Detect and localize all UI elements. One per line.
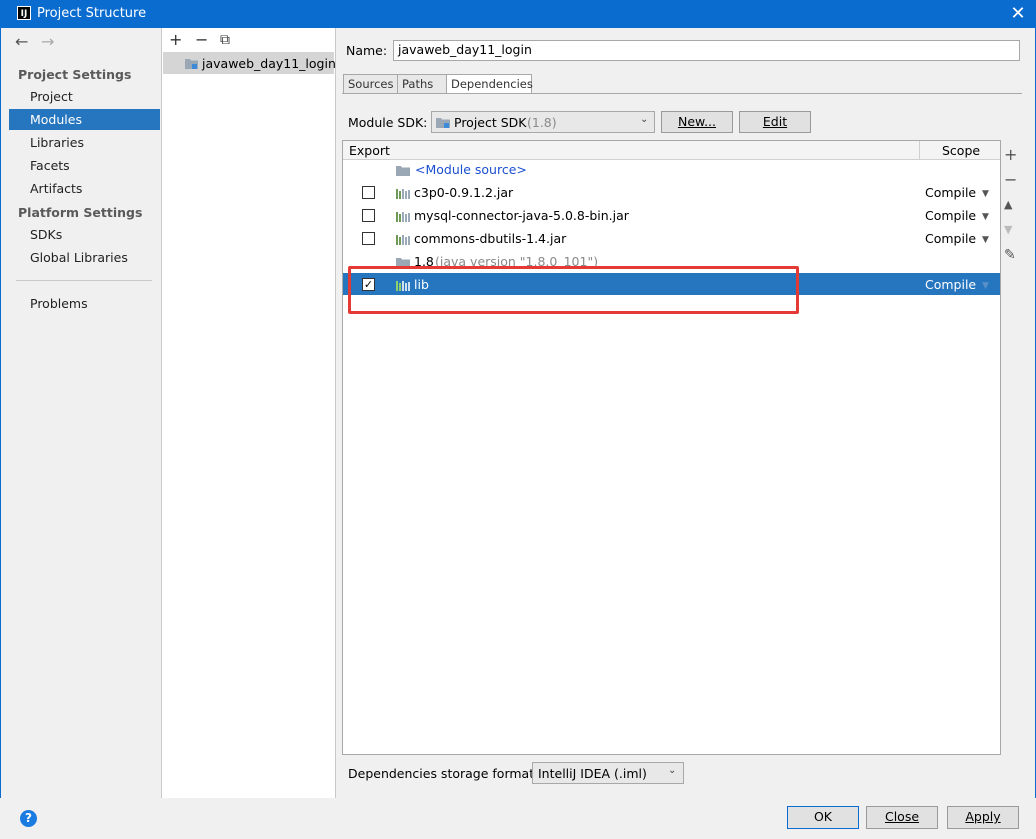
export-column-header-cell <box>343 141 920 160</box>
scope-select[interactable]: Compile <box>925 208 976 223</box>
tab-paths[interactable]: Paths <box>397 74 447 94</box>
tab-underline <box>342 93 1022 94</box>
library-icon <box>396 233 410 245</box>
help-icon[interactable]: ? <box>20 810 37 827</box>
move-down-icon[interactable]: ▼ <box>1004 223 1012 236</box>
back-arrow-icon[interactable]: ← <box>15 32 28 51</box>
apply-button[interactable]: Apply <box>947 806 1019 829</box>
ok-button[interactable]: OK <box>787 806 859 829</box>
dependency-name[interactable]: commons-dbutils-1.4.jar <box>414 231 566 246</box>
nav-item-global-libraries[interactable]: Global Libraries <box>30 250 128 265</box>
nav-item-project[interactable]: Project <box>30 89 73 104</box>
dependency-name[interactable]: <Module source> <box>415 162 527 177</box>
nav-item-facets[interactable]: Facets <box>30 158 70 173</box>
add-module-icon[interactable]: + <box>169 30 182 49</box>
chevron-down-icon: ⌄ <box>640 114 649 125</box>
nav-divider <box>16 280 152 281</box>
storage-format-value: IntelliJ IDEA (.iml) <box>538 766 647 781</box>
source-folder-icon <box>396 164 410 176</box>
remove-dependency-icon[interactable]: − <box>1004 170 1017 189</box>
tab-dependencies[interactable]: Dependencies <box>446 74 533 94</box>
dependency-name[interactable]: mysql-connector-java-5.0.8-bin.jar <box>414 208 629 223</box>
nav-item-modules[interactable]: Modules <box>30 112 82 127</box>
export-column-header[interactable]: Export <box>349 143 390 158</box>
scope-select[interactable]: Compile <box>925 185 976 200</box>
storage-format-label: Dependencies storage format: <box>348 766 539 781</box>
intellij-logo-icon: IJ <box>17 6 31 20</box>
module-name-input[interactable]: javaweb_day11_login <box>393 40 1020 61</box>
library-icon <box>396 187 410 199</box>
chevron-down-icon: ⌄ <box>668 765 677 776</box>
close-window-icon[interactable]: ✕ <box>1006 3 1030 25</box>
window-title: Project Structure <box>37 6 147 21</box>
scope-dropdown-icon[interactable]: ▼ <box>982 281 989 291</box>
sdk-folder-icon <box>436 116 450 128</box>
library-icon <box>396 210 410 222</box>
add-dependency-icon[interactable]: + <box>1004 145 1017 164</box>
tab-sources[interactable]: Sources <box>343 74 398 94</box>
edit-sdk-button[interactable]: Edit <box>739 111 811 133</box>
sdk-selected-value: Project SDK <box>454 115 527 130</box>
nav-item-sdks[interactable]: SDKs <box>30 227 62 242</box>
module-folder-icon <box>185 57 198 69</box>
nav-item-artifacts[interactable]: Artifacts <box>30 181 82 196</box>
new-sdk-button[interactable]: New... <box>661 111 733 133</box>
close-button[interactable]: Close <box>866 806 938 829</box>
module-sdk-label: Module SDK: <box>348 115 428 130</box>
project-settings-heading: Project Settings <box>18 67 132 82</box>
nav-item-problems[interactable]: Problems <box>30 296 88 311</box>
scope-column-header[interactable]: Scope <box>942 143 980 158</box>
forward-arrow-icon[interactable]: → <box>41 32 54 51</box>
title-bar <box>0 0 1036 28</box>
export-checkbox[interactable] <box>362 186 375 199</box>
export-checkbox[interactable] <box>362 232 375 245</box>
scope-select[interactable]: Compile <box>925 231 976 246</box>
module-list-pane <box>162 28 336 798</box>
window-border-left <box>0 28 1 839</box>
scope-dropdown-icon[interactable]: ▼ <box>982 235 989 245</box>
nav-item-libraries[interactable]: Libraries <box>30 135 84 150</box>
move-up-icon[interactable]: ▲ <box>1004 198 1012 211</box>
edit-dependency-icon[interactable]: ✎ <box>1004 247 1016 263</box>
scope-select[interactable]: Compile <box>925 277 976 292</box>
remove-module-icon[interactable]: − <box>195 30 208 49</box>
highlight-annotation-box <box>348 266 799 314</box>
module-item-name[interactable]: javaweb_day11_login <box>202 56 336 71</box>
scope-dropdown-icon[interactable]: ▼ <box>982 189 989 199</box>
scope-dropdown-icon[interactable]: ▼ <box>982 212 989 222</box>
copy-module-icon[interactable]: ⧉ <box>220 32 230 48</box>
sdk-version-hint: (1.8) <box>527 115 557 130</box>
dependency-name[interactable]: c3p0-0.9.1.2.jar <box>414 185 513 200</box>
platform-settings-heading: Platform Settings <box>18 205 143 220</box>
name-label: Name: <box>346 43 388 58</box>
export-checkbox[interactable] <box>362 209 375 222</box>
